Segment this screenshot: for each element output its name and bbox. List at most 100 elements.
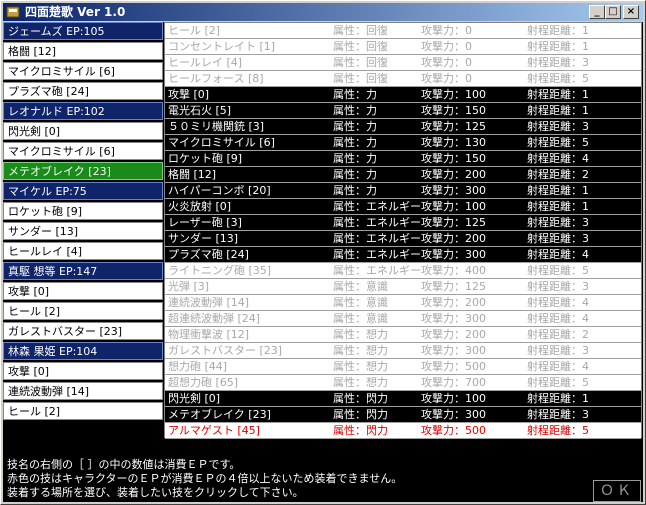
equip-slot[interactable]: 連続波動弾 [14] (3, 382, 163, 400)
equip-slot[interactable]: プラズマ砲 [24] (3, 82, 163, 100)
equip-slot[interactable]: 攻撃 [0] (3, 282, 163, 300)
skill-row[interactable]: 電光石火 [5] 属性：力 攻撃力：150 射程距離：1 (165, 103, 641, 119)
skill-name: 格闘 [12] (168, 168, 217, 181)
skill-atk: 攻撃力：300 (421, 408, 486, 421)
character-header[interactable]: レオナルド EP:102 (3, 102, 163, 120)
skill-list: ヒール [2] 属性：回復 攻撃力：0 射程距離：1 コンセントレイト [1] 属性：回復… (164, 22, 642, 439)
equip-slot[interactable]: 攻撃 [0] (3, 362, 163, 380)
equip-slot[interactable]: ガレストバスター [23] (3, 322, 163, 340)
skill-range: 射程距離：1 (527, 24, 589, 37)
skill-row: コンセントレイト [1] 属性：回復 攻撃力：0 射程距離：1 (165, 39, 641, 55)
skill-attr: 属性：エネルギー (333, 232, 421, 245)
equip-slot[interactable]: マイクロミサイル [6] (3, 142, 163, 160)
skill-row[interactable]: 火炎放射 [0] 属性：エネルギー 攻撃力：100 射程距離：1 (165, 199, 641, 215)
equip-slot[interactable]: 格闘 [12] (3, 42, 163, 60)
skill-name: ヒール [2] (168, 24, 221, 37)
skill-range: 射程距離：1 (527, 40, 589, 53)
equip-slot[interactable]: ロケット砲 [9] (3, 202, 163, 220)
skill-row: 超想力砲 [65] 属性：想力 攻撃力：700 射程距離：5 (165, 375, 641, 391)
skill-atk: 攻撃力：500 (421, 424, 486, 437)
skill-name: ハイパーコンボ [20] (168, 184, 271, 197)
equip-slot[interactable]: マイクロミサイル [6] (3, 62, 163, 80)
skill-attr: 属性：閃力 (333, 424, 388, 437)
skill-atk: 攻撃力：100 (421, 200, 486, 213)
skill-row[interactable]: ハイパーコンボ [20] 属性：力 攻撃力：300 射程距離：1 (165, 183, 641, 199)
skill-name: コンセントレイト [1] (168, 40, 276, 53)
equip-slot[interactable]: ヒール [2] (3, 302, 163, 320)
app-icon (6, 6, 20, 18)
skill-range: 射程距離：1 (527, 104, 589, 117)
skill-name: アルマゲスト [45] (168, 424, 260, 437)
skill-range: 射程距離：3 (527, 56, 589, 69)
equip-slot[interactable]: ヒールレイ [4] (3, 242, 163, 260)
skill-atk: 攻撃力：300 (421, 248, 486, 261)
skill-range: 射程距離：1 (527, 184, 589, 197)
skill-atk: 攻撃力：200 (421, 328, 486, 341)
skill-attr: 属性：想力 (333, 328, 388, 341)
skill-attr: 属性：力 (333, 152, 377, 165)
maximize-button[interactable]: □ (605, 5, 621, 19)
skill-row[interactable]: メテオブレイク [23] 属性：閃力 攻撃力：300 射程距離：3 (165, 407, 641, 423)
skill-range: 射程距離：5 (527, 136, 589, 149)
skill-attr: 属性：力 (333, 136, 377, 149)
skill-name: メテオブレイク [23] (168, 408, 271, 421)
skill-range: 射程距離：4 (527, 296, 589, 309)
skill-range: 射程距離：4 (527, 312, 589, 325)
skill-atk: 攻撃力：0 (421, 40, 472, 53)
skill-name: 物理衝撃波 [12] (168, 328, 250, 341)
character-header[interactable]: 林森 果姫 EP:104 (3, 342, 163, 360)
equip-slot[interactable]: ヒール [2] (3, 402, 163, 420)
skill-row[interactable]: プラズマ砲 [24] 属性：エネルギー 攻撃力：300 射程距離：4 (165, 247, 641, 263)
skill-range: 射程距離：4 (527, 248, 589, 261)
skill-row[interactable]: 格闘 [12] 属性：力 攻撃力：200 射程距離：2 (165, 167, 641, 183)
skill-name: 電光石火 [5] (168, 104, 232, 117)
ok-button[interactable]: ＯＫ (593, 480, 641, 502)
skill-row[interactable]: レーザー砲 [3] 属性：エネルギー 攻撃力：125 射程距離：3 (165, 215, 641, 231)
skill-row: ヒールフォース [8] 属性：回復 攻撃力：0 射程距離：5 (165, 71, 641, 87)
help-line: 装着する場所を選び、装着したい技をクリックして下さい。 (7, 486, 304, 499)
skill-name: マイクロミサイル [6] (168, 136, 275, 149)
skill-name: 閃光剣 [0] (168, 392, 221, 405)
skill-name: ヒールレイ [4] (168, 56, 243, 69)
skill-row: 物理衝撃波 [12] 属性：想力 攻撃力：200 射程距離：2 (165, 327, 641, 343)
skill-name: 想力砲 [44] (168, 360, 228, 373)
skill-range: 射程距離：2 (527, 168, 589, 181)
character-header[interactable]: ジェームズ EP:105 (3, 22, 163, 40)
skill-name: サンダー [13] (168, 232, 239, 245)
skill-name: レーザー砲 [3] (168, 216, 242, 229)
skill-row[interactable]: サンダー [13] 属性：エネルギー 攻撃力：200 射程距離：3 (165, 231, 641, 247)
equip-slot[interactable]: サンダー [13] (3, 222, 163, 240)
skill-row[interactable]: マイクロミサイル [6] 属性：力 攻撃力：130 射程距離：5 (165, 135, 641, 151)
skill-row: ガレストバスター [23] 属性：想力 攻撃力：300 射程距離：3 (165, 343, 641, 359)
skill-atk: 攻撃力：100 (421, 88, 486, 101)
skill-row[interactable]: ５０ミリ機関銃 [3] 属性：力 攻撃力：125 射程距離：3 (165, 119, 641, 135)
skill-attr: 属性：意識 (333, 280, 388, 293)
minimize-button[interactable]: _ (589, 5, 605, 19)
skill-row: アルマゲスト [45] 属性：閃力 攻撃力：500 射程距離：5 (165, 423, 641, 439)
skill-name: ロケット砲 [9] (168, 152, 243, 165)
character-header[interactable]: 真駆 想等 EP:147 (3, 262, 163, 280)
skill-attr: 属性：想力 (333, 376, 388, 389)
skill-atk: 攻撃力：125 (421, 120, 486, 133)
skill-atk: 攻撃力：0 (421, 72, 472, 85)
skill-name: ガレストバスター [23] (168, 344, 283, 357)
skill-row[interactable]: 攻撃 [0] 属性：力 攻撃力：100 射程距離：1 (165, 87, 641, 103)
skill-row[interactable]: 閃光剣 [0] 属性：閃力 攻撃力：100 射程距離：1 (165, 391, 641, 407)
skill-row[interactable]: ロケット砲 [9] 属性：力 攻撃力：150 射程距離：4 (165, 151, 641, 167)
skill-name: ５０ミリ機関銃 [3] (168, 120, 265, 133)
skill-attr: 属性：力 (333, 104, 377, 117)
skill-atk: 攻撃力：300 (421, 312, 486, 325)
skill-row: ヒールレイ [4] 属性：回復 攻撃力：0 射程距離：3 (165, 55, 641, 71)
close-button[interactable]: × (623, 5, 639, 19)
title-bar[interactable]: 四面楚歌 Ver 1.0 _ □ × (3, 3, 643, 21)
skill-name: 火炎放射 [0] (168, 200, 232, 213)
equip-slot[interactable]: メテオブレイク [23] (3, 162, 163, 180)
skill-atk: 攻撃力：0 (421, 56, 472, 69)
character-header[interactable]: マイケル EP:75 (3, 182, 163, 200)
skill-atk: 攻撃力：200 (421, 296, 486, 309)
skill-attr: 属性：力 (333, 88, 377, 101)
skill-row: 想力砲 [44] 属性：想力 攻撃力：500 射程距離：4 (165, 359, 641, 375)
skill-atk: 攻撃力：150 (421, 104, 486, 117)
skill-atk: 攻撃力：125 (421, 280, 486, 293)
equip-slot[interactable]: 閃光剣 [0] (3, 122, 163, 140)
